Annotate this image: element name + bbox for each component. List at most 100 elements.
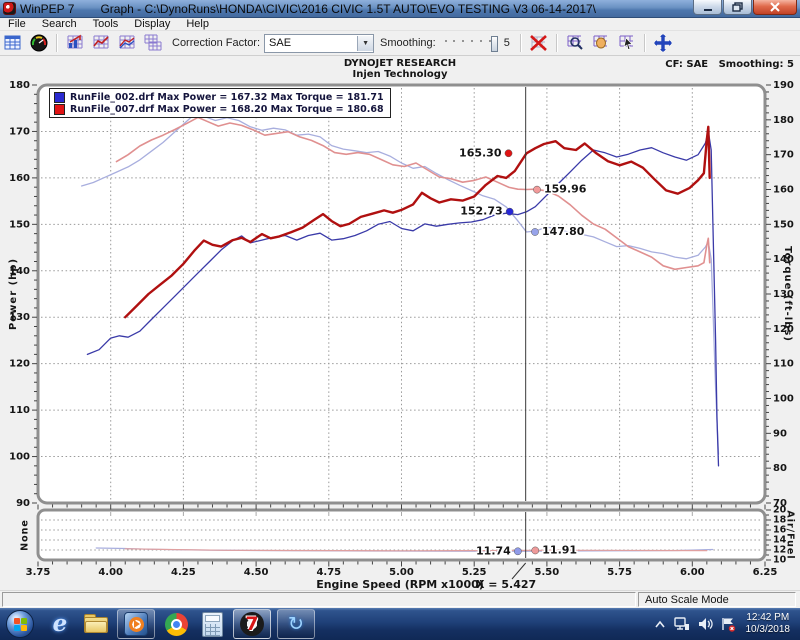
- close-graph-button[interactable]: [527, 32, 551, 55]
- menu-display[interactable]: Display: [126, 18, 178, 31]
- cursor-value-run007-power: 165.30: [459, 146, 502, 159]
- taskbar-internet-explorer[interactable]: e: [45, 610, 75, 638]
- zoom-button[interactable]: [563, 32, 587, 55]
- toolbar-separator: [520, 34, 522, 52]
- restore-icon: [732, 2, 743, 12]
- start-button[interactable]: [6, 610, 34, 638]
- menu-tools[interactable]: Tools: [85, 18, 127, 31]
- correction-factor-label: Correction Factor:: [172, 37, 260, 49]
- graph-client-area[interactable]: DYNOJET RESEARCH Injen Technology CF: SA…: [0, 56, 800, 590]
- cursor-readout: X = 5.427: [476, 578, 536, 590]
- power-axis-title: Power (hp): [8, 258, 19, 330]
- menu-file[interactable]: File: [0, 18, 34, 31]
- menu-help[interactable]: Help: [178, 18, 217, 31]
- graph-multi-button[interactable]: [141, 32, 165, 55]
- rpm-tick-label: 5.75: [607, 567, 632, 578]
- close-button[interactable]: [753, 0, 797, 15]
- internet-explorer-icon: e: [53, 614, 68, 634]
- windows-logo-icon: [14, 618, 27, 631]
- graph-line-button[interactable]: [89, 32, 113, 55]
- winpep-icon: 7: [240, 612, 264, 636]
- taskbar-windows-explorer[interactable]: [81, 610, 111, 638]
- action-center-tray-button[interactable]: [721, 617, 736, 632]
- smoothing-label: Smoothing:: [380, 37, 436, 49]
- speaker-icon: [698, 617, 713, 631]
- rpm-tick-label: 6.00: [680, 567, 705, 578]
- torque-tick-label: 190: [773, 80, 794, 91]
- taskbar-sync-app[interactable]: ↻: [277, 609, 315, 639]
- menu-search[interactable]: Search: [34, 18, 85, 31]
- clock-date: 10/3/2018: [746, 624, 791, 636]
- cursor-dot-run007-afr: [532, 547, 539, 554]
- cursor-dot-run002-afr: [514, 548, 521, 555]
- rpm-tick-label: 5.50: [535, 567, 560, 578]
- correction-factor-select[interactable]: SAE ▼: [264, 34, 374, 53]
- smoothing-slider[interactable]: [443, 36, 499, 51]
- toolbar-separator: [56, 34, 58, 52]
- taskbar: e 7 ↻: [0, 608, 800, 640]
- cursor-value-run002-afr: 11.74: [476, 544, 511, 557]
- graph-overlay-button[interactable]: [115, 32, 139, 55]
- table-grid-icon: [4, 34, 22, 52]
- legend-text: RunFile_002.drf Max Power = 167.32 Max T…: [70, 92, 384, 103]
- sync-icon: ↻: [288, 615, 304, 634]
- rpm-tick-label: 4.50: [244, 567, 269, 578]
- power-tick-label: 160: [9, 173, 30, 184]
- system-tray: 12:42 PM 10/3/2018: [650, 612, 800, 636]
- cursor-value-run002-power: 152.73: [460, 205, 502, 218]
- minimize-button[interactable]: [693, 0, 722, 15]
- menu-bar: File Search Tools Display Help: [0, 18, 800, 31]
- afr-plot-frame: [38, 510, 765, 560]
- taskbar-chrome[interactable]: [161, 610, 191, 638]
- network-tray-button[interactable]: [674, 617, 690, 631]
- pan-button[interactable]: [589, 32, 613, 55]
- graph-bars-button[interactable]: [63, 32, 87, 55]
- torque-axis-title: Torque (ft-lbs): [782, 246, 793, 342]
- document-title: Graph - C:\DynoRuns\HONDA\CIVIC\2016 CIV…: [100, 2, 596, 16]
- x-axis-title: Engine Speed (RPM x1000): [316, 578, 484, 590]
- select-button[interactable]: [615, 32, 639, 55]
- legend-swatch: [54, 104, 65, 115]
- rpm-tick-label: 5.25: [462, 567, 487, 578]
- torque-tick-label: 180: [773, 115, 794, 126]
- show-hidden-icons-button[interactable]: [654, 619, 666, 630]
- cursor-dot-run002-power: [506, 208, 513, 215]
- cursor-value-run002-torque: 147.80: [542, 225, 585, 238]
- graph-line-icon: [92, 34, 110, 52]
- cursor-dot-run007-power: [505, 150, 512, 157]
- chevron-up-icon: [654, 619, 666, 630]
- dropdown-arrow-icon[interactable]: ▼: [357, 36, 373, 51]
- taskbar-calculator[interactable]: [197, 610, 227, 638]
- volume-tray-button[interactable]: [698, 617, 713, 631]
- red-x-grid-icon: [529, 34, 548, 52]
- taskbar-winpep[interactable]: 7: [233, 609, 271, 639]
- status-bar: Auto Scale Mode: [0, 590, 800, 608]
- taskbar-media-player[interactable]: [117, 609, 155, 639]
- crosshair-button[interactable]: [651, 32, 675, 55]
- winpep-window: WinPEP 7 Graph - C:\DynoRuns\HONDA\CIVIC…: [0, 0, 800, 640]
- cursor-value-run007-torque: 159.96: [544, 183, 587, 196]
- gauge-button[interactable]: [27, 32, 51, 55]
- dyno-chart[interactable]: 9010011012013014015016017018070809010011…: [0, 56, 800, 590]
- power-tick-label: 110: [9, 405, 30, 416]
- afr-left-axis-title: None: [20, 519, 31, 551]
- slider-handle[interactable]: [491, 36, 498, 52]
- afr-right-axis-title: Air/Fuel: [785, 510, 796, 559]
- data-table-button[interactable]: [1, 32, 25, 55]
- media-player-icon: [124, 612, 148, 636]
- power-tick-label: 180: [9, 80, 30, 91]
- title-bar[interactable]: WinPEP 7 Graph - C:\DynoRuns\HONDA\CIVIC…: [0, 0, 800, 18]
- status-panel-empty: [2, 592, 636, 607]
- graph-multi-icon: [144, 34, 162, 52]
- cursor-pointer-line: [512, 563, 526, 579]
- taskbar-clock[interactable]: 12:42 PM 10/3/2018: [746, 612, 791, 636]
- maximize-button[interactable]: [723, 0, 752, 15]
- torque-tick-label: 90: [773, 428, 787, 439]
- torque-tick-label: 170: [773, 150, 794, 161]
- legend-box: RunFile_002.drf Max Power = 167.32 Max T…: [49, 88, 391, 118]
- smoothing-value: 5: [504, 37, 510, 49]
- rpm-tick-label: 5.00: [389, 567, 414, 578]
- rpm-tick-label: 4.00: [98, 567, 123, 578]
- power-tick-label: 90: [16, 498, 30, 509]
- rpm-tick-label: 4.75: [316, 567, 341, 578]
